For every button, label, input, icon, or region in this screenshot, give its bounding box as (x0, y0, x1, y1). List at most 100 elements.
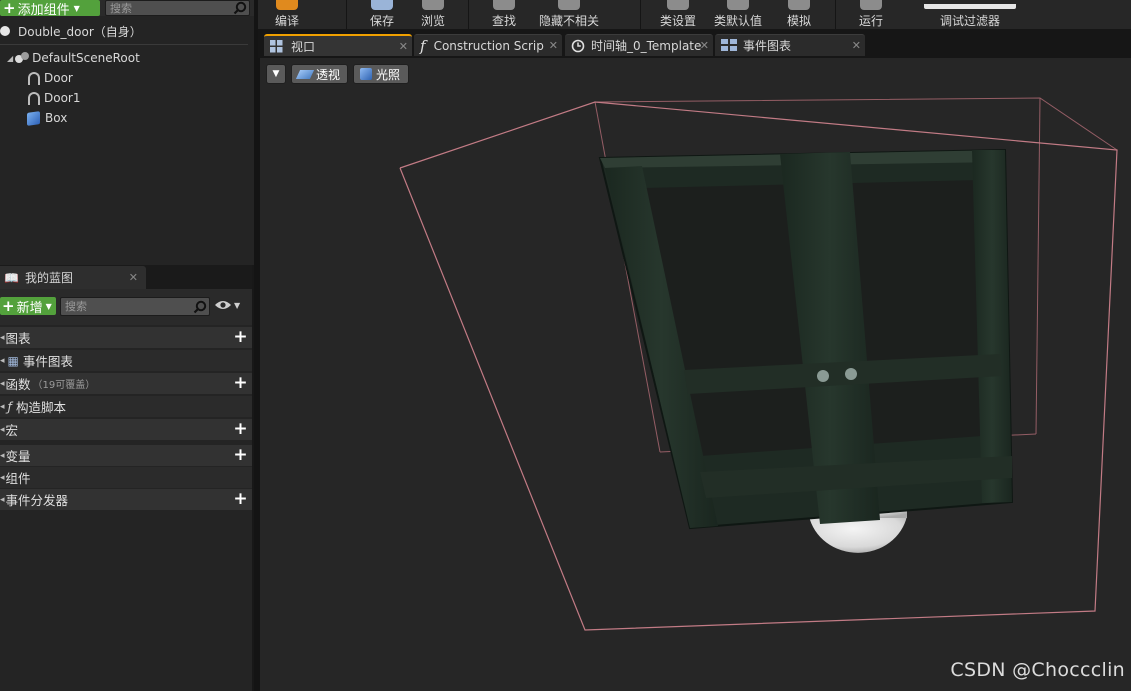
actor-sphere-icon (0, 26, 10, 36)
blueprint-search[interactable] (60, 297, 210, 316)
play-button[interactable]: 运行 (852, 0, 890, 29)
self-item-label: Double_door（自身） (18, 24, 142, 39)
tree-item-default-scene-root[interactable]: ◢ DefaultSceneRoot (7, 48, 140, 68)
splitter (252, 265, 254, 691)
new-label: 新增 (16, 300, 43, 316)
tab-my-blueprint[interactable]: 📖 我的蓝图 ✕ (0, 266, 146, 289)
expand-arrow-icon[interactable]: ◂ (0, 333, 5, 343)
blueprint-section-row[interactable]: ◂ 图表 + (0, 327, 252, 348)
save-label: 保存 (369, 14, 394, 28)
tree-item-door[interactable]: Door (28, 68, 73, 88)
plus-icon: + (2, 297, 15, 315)
static-mesh-icon (28, 91, 40, 105)
section-note: （19可覆盖） (32, 380, 96, 391)
expand-arrow-icon[interactable]: ◂ (0, 379, 5, 389)
class-defaults-button[interactable]: 类默认值 (712, 0, 764, 29)
add-icon[interactable]: + (233, 329, 248, 346)
viewport[interactable]: ▼ 透视 光照 (260, 58, 1131, 691)
tree-item-door1[interactable]: Door1 (28, 88, 81, 108)
function-icon: f (420, 36, 426, 55)
expand-arrow-icon[interactable]: ◂ (0, 495, 5, 505)
add-icon[interactable]: + (233, 491, 248, 508)
section-label: 函数 (5, 377, 31, 392)
hide-unrelated-button[interactable]: 隐藏不相关 (536, 0, 602, 29)
blueprint-section-row[interactable]: ◂ 宏 + (0, 419, 252, 440)
new-button[interactable]: + 新增 ▼ (0, 297, 56, 316)
component-search[interactable] (105, 0, 250, 16)
tab-event-graph[interactable]: 事件图表 ✕ (715, 34, 865, 56)
left-column: + 添加组件 ▼ Double_door（自身） ◢ DefaultSceneR… (0, 0, 254, 691)
browse-button[interactable]: 浏览 (414, 0, 452, 29)
close-icon[interactable]: ✕ (399, 40, 408, 53)
class-settings-label: 类设置 (659, 14, 696, 28)
blueprint-section-row[interactable]: ◂ ƒ 构造脚本 (0, 396, 252, 417)
blueprint-section-row[interactable]: ◂ ▦ 事件图表 (0, 350, 252, 371)
add-icon[interactable]: + (233, 375, 248, 392)
viewport-options-button[interactable]: ▼ (266, 64, 286, 84)
simulate-button[interactable]: 模拟 (780, 0, 818, 29)
blueprint-section-row[interactable]: ◂ 变量 + (0, 445, 252, 466)
class-settings-button[interactable]: 类设置 (656, 0, 700, 29)
browse-label: 浏览 (420, 14, 445, 28)
section-label: 事件分发器 (5, 493, 69, 508)
tab-timeline[interactable]: 时间轴_0_Template ✕ (565, 34, 713, 56)
tab-label: 事件图表 (743, 39, 792, 53)
tree-item-box[interactable]: Box (27, 108, 67, 128)
view-options-button[interactable]: ▼ (214, 299, 240, 311)
perspective-icon (295, 69, 315, 79)
tree-item-label: Door (44, 71, 73, 85)
eye-icon (215, 301, 231, 309)
browse-icon (422, 0, 444, 10)
expand-arrow-icon[interactable]: ◂ (0, 402, 5, 412)
expand-arrow-icon[interactable]: ◂ (0, 473, 5, 483)
lit-mode-button[interactable]: 光照 (353, 64, 409, 84)
perspective-label: 透视 (316, 67, 341, 82)
section-label: 事件图表 (22, 354, 73, 369)
expand-arrow-icon[interactable]: ◂ (0, 451, 5, 461)
chevron-down-icon: ▼ (272, 69, 280, 79)
debug-filter-dropdown[interactable]: 调试过滤器 (924, 0, 1016, 29)
find-button[interactable]: 查找 (485, 0, 523, 29)
search-icon (233, 1, 247, 15)
component-search-input[interactable] (106, 1, 233, 15)
blueprint-section-row[interactable]: ◂ 函数 （19可覆盖） + (0, 373, 252, 394)
close-icon[interactable]: ✕ (852, 39, 861, 52)
close-icon[interactable]: ✕ (129, 271, 138, 284)
double-door-mesh (598, 148, 1014, 530)
tab-construction-script[interactable]: f Construction Scrip ✕ (414, 34, 562, 56)
compile-button[interactable]: 编译 (268, 0, 306, 29)
chevron-down-icon: ▼ (45, 301, 52, 311)
find-icon (493, 0, 515, 10)
blueprint-section-row[interactable]: ◂ 事件分发器 + (0, 489, 252, 510)
graph-icon (721, 39, 737, 51)
function-icon: ƒ (7, 399, 12, 414)
play-label: 运行 (858, 14, 883, 28)
compile-icon (276, 0, 298, 10)
tree-item-label: Door1 (44, 91, 81, 105)
expand-arrow-icon[interactable]: ◂ (0, 425, 5, 435)
add-icon[interactable]: + (233, 421, 248, 438)
self-item[interactable]: Double_door（自身） (0, 21, 142, 41)
debug-filter-field[interactable] (924, 4, 1016, 9)
close-icon[interactable]: ✕ (700, 39, 709, 52)
chevron-down-icon: ▼ (234, 300, 241, 310)
blueprint-search-input[interactable] (61, 300, 193, 313)
divider (0, 44, 248, 45)
blueprint-section-row[interactable]: ◂ 组件 (0, 467, 252, 488)
play-icon (860, 0, 882, 10)
save-button[interactable]: 保存 (363, 0, 401, 29)
tab-label: 我的蓝图 (24, 271, 73, 285)
hide-unrelated-label: 隐藏不相关 (538, 14, 599, 28)
close-icon[interactable]: ✕ (549, 39, 558, 52)
add-icon[interactable]: + (233, 447, 248, 464)
perspective-button[interactable]: 透视 (291, 64, 348, 84)
tab-viewport[interactable]: 视口 ✕ (264, 34, 412, 56)
expand-arrow-icon[interactable]: ◂ (0, 356, 5, 366)
toolbar-separator (346, 0, 347, 29)
components-toolbar: + 添加组件 ▼ (0, 0, 254, 18)
tree-item-label: Box (45, 111, 68, 125)
add-component-button[interactable]: + 添加组件 ▼ (0, 0, 100, 18)
tree-item-label: DefaultSceneRoot (32, 51, 140, 65)
viewport-grid-icon (270, 39, 283, 52)
tab-label: 时间轴_0_Template (591, 39, 702, 53)
